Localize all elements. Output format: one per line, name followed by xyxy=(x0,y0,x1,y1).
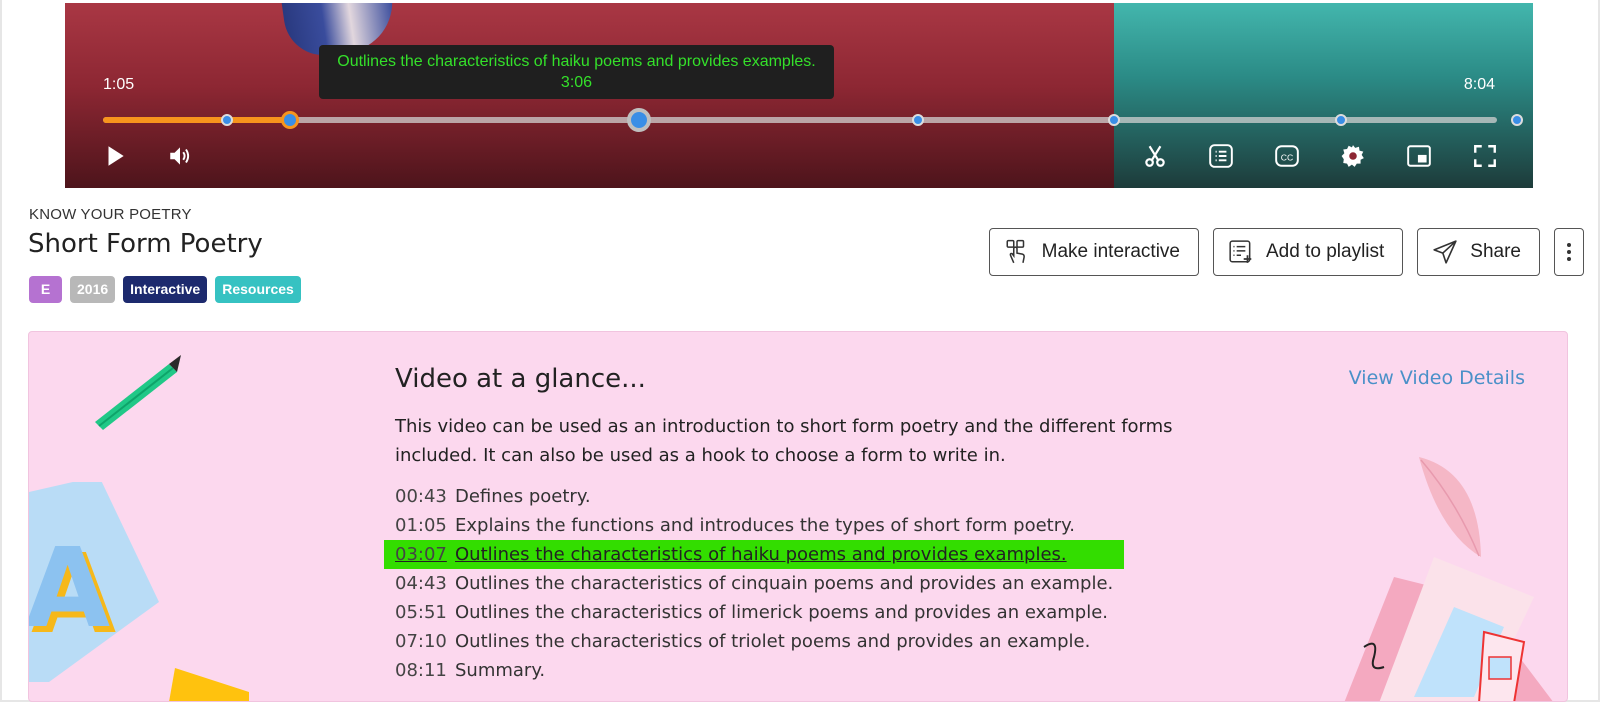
progress-playhead[interactable] xyxy=(280,111,299,129)
chapter-item[interactable]: 01:05 Explains the functions and introduc… xyxy=(384,511,1124,540)
play-icon xyxy=(108,146,124,166)
tooltip-text: Outlines the characteristics of haiku po… xyxy=(337,53,816,70)
video-player[interactable]: 1:05 8:04 Outlines the characteristics o… xyxy=(65,3,1533,188)
chapter-item[interactable]: 08:11 Summary. xyxy=(384,656,1124,685)
chapter-marker[interactable] xyxy=(1107,114,1120,126)
chapter-text: Outlines the characteristics of limerick… xyxy=(455,602,1109,623)
badge-rating: E xyxy=(29,276,62,303)
share-button[interactable]: Share xyxy=(1417,228,1540,276)
chapter-time: 08:11 xyxy=(395,660,447,681)
clip-button[interactable] xyxy=(1140,141,1170,171)
chapter-text: Explains the functions and introduces th… xyxy=(455,515,1075,536)
pip-button[interactable] xyxy=(1404,141,1434,171)
chapter-list: 00:43 Defines poetry. 01:05 Explains the f… xyxy=(384,482,1125,685)
chapter-tooltip: Outlines the characteristics of haiku po… xyxy=(319,45,834,99)
badge-resources: Resources xyxy=(215,276,301,303)
page-title: Short Form Poetry xyxy=(28,229,263,259)
share-label: Share xyxy=(1470,241,1521,262)
chapter-time: 04:43 xyxy=(395,573,447,594)
settings-icon xyxy=(1341,145,1364,167)
letter-a-block-illustration: A A xyxy=(29,482,159,682)
play-button[interactable] xyxy=(100,141,130,171)
chapter-text: Summary. xyxy=(455,660,546,681)
make-interactive-button[interactable]: Make interactive xyxy=(988,228,1199,276)
chapter-marker[interactable] xyxy=(912,114,925,126)
chapter-text: Outlines the characteristics of haiku po… xyxy=(455,544,1067,565)
notebook-illustration xyxy=(1344,557,1553,701)
progress-bar[interactable] xyxy=(103,108,1524,132)
glance-title: Video at a glance... xyxy=(395,364,646,394)
video-description: This video can be used as an introductio… xyxy=(395,416,1173,466)
picture-in-picture-icon xyxy=(1407,145,1431,167)
make-interactive-label: Make interactive xyxy=(1041,241,1180,262)
chapter-text: Outlines the characteristics of triolet … xyxy=(455,631,1091,652)
transcript-button[interactable] xyxy=(1206,141,1236,171)
settings-button[interactable] xyxy=(1338,141,1368,171)
breadcrumb[interactable]: KNOW YOUR POETRY xyxy=(29,206,192,223)
chapter-item[interactable]: 00:43 Defines poetry. xyxy=(384,482,1124,511)
chapter-time: 07:10 xyxy=(395,631,447,652)
chapter-time: 03:07 xyxy=(395,544,447,565)
closed-captions-icon: CC xyxy=(1275,145,1299,167)
scissors-icon xyxy=(1145,145,1165,167)
current-time: 1:05 xyxy=(103,76,135,93)
chapter-item-active[interactable]: 03:07 Outlines the characteristics of hai… xyxy=(384,540,1125,569)
action-buttons: Make interactive Add to playlist Share xyxy=(988,228,1584,276)
chapter-time: 05:51 xyxy=(395,602,447,623)
captions-button[interactable]: CC xyxy=(1272,141,1302,171)
add-to-playlist-button[interactable]: Add to playlist xyxy=(1213,228,1404,276)
chapter-item[interactable]: 07:10 Outlines the characteristics of tri… xyxy=(384,627,1124,656)
chapter-item[interactable]: 05:51 Outlines the characteristics of lim… xyxy=(384,598,1124,627)
volume-button[interactable] xyxy=(165,141,195,171)
chapter-marker[interactable] xyxy=(626,108,651,132)
view-video-details-link[interactable]: View Video Details xyxy=(1349,367,1525,389)
volume-icon xyxy=(170,147,190,165)
send-icon xyxy=(1433,240,1457,264)
playlist-add-icon xyxy=(1229,240,1252,263)
chapter-text: Defines poetry. xyxy=(455,486,591,507)
chapter-marker[interactable] xyxy=(220,114,233,126)
more-vertical-icon xyxy=(1567,243,1571,261)
transcript-icon xyxy=(1209,144,1233,168)
touch-icon xyxy=(1006,239,1025,264)
badge-interactive: Interactive xyxy=(123,276,208,303)
badge-row: E 2016 Interactive Resources xyxy=(29,276,301,303)
video-at-a-glance-panel: A A Video at a glance... View Video Deta… xyxy=(28,331,1568,702)
chapter-item[interactable]: 04:43 Outlines the characteristics of cin… xyxy=(384,569,1124,598)
more-options-button[interactable] xyxy=(1554,228,1584,276)
tooltip-time: 3:06 xyxy=(560,74,593,91)
add-to-playlist-label: Add to playlist xyxy=(1266,241,1385,262)
fullscreen-icon xyxy=(1474,145,1496,167)
duration: 8:04 xyxy=(1463,76,1495,93)
progress-played xyxy=(103,117,290,123)
chapter-time: 00:43 xyxy=(395,486,447,507)
chapter-text: Outlines the characteristics of cinquain… xyxy=(455,573,1114,594)
yellow-shape-illustration xyxy=(169,668,249,701)
badge-year: 2016 xyxy=(70,276,116,303)
svg-text:CC: CC xyxy=(1281,152,1294,162)
svg-text:A: A xyxy=(29,524,110,652)
fullscreen-button[interactable] xyxy=(1470,141,1500,171)
chapter-time: 01:05 xyxy=(395,515,447,536)
pencil-illustration xyxy=(95,355,181,430)
